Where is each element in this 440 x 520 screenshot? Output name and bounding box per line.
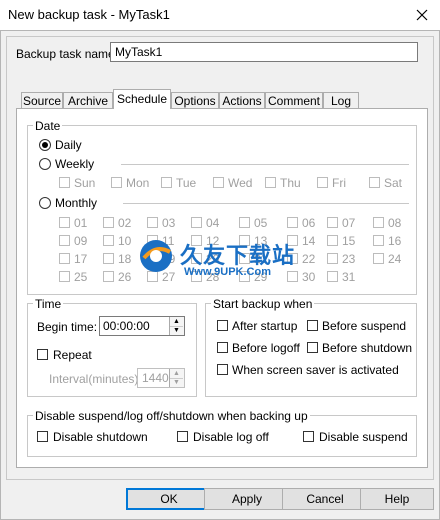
day-label: 07 (342, 216, 356, 230)
title-bar: New backup task - MyTask1 (0, 0, 440, 30)
day-checkbox[interactable] (373, 235, 384, 246)
repeat-checkbox[interactable] (37, 349, 48, 360)
disable-group-title: Disable suspend/log off/shutdown when ba… (33, 409, 310, 423)
day-checkbox[interactable] (103, 217, 114, 228)
disable-suspend-checkbox[interactable] (303, 431, 314, 442)
day-label: 18 (118, 252, 132, 266)
interval-input[interactable]: 1440 ▲ ▼ (137, 368, 185, 388)
day-label: 01 (74, 216, 88, 230)
interval-spinner[interactable]: ▲ ▼ (169, 369, 184, 387)
day-label: 16 (388, 234, 402, 248)
day-checkbox[interactable] (239, 217, 250, 228)
day-label: 31 (342, 270, 356, 284)
tab-source[interactable]: Source (21, 92, 63, 108)
day-label: 25 (74, 270, 88, 284)
apply-button[interactable]: Apply (204, 488, 290, 510)
watermark-url: Www.9UPK.Com (184, 266, 271, 278)
task-name-label: Backup task name: (16, 47, 119, 61)
spin-down-icon[interactable]: ▼ (170, 378, 183, 387)
spin-down-icon[interactable]: ▼ (170, 326, 183, 335)
before-suspend-label: Before suspend (322, 319, 407, 333)
day-checkbox[interactable] (287, 217, 298, 228)
cancel-button[interactable]: Cancel (282, 488, 368, 510)
screensaver-checkbox[interactable] (217, 364, 228, 375)
day-label: 06 (302, 216, 316, 230)
begin-time-label: Begin time: (37, 320, 98, 334)
before-suspend-checkbox[interactable] (307, 320, 318, 331)
help-button[interactable]: Help (360, 488, 434, 510)
day-checkbox[interactable] (373, 217, 384, 228)
day-label: 02 (118, 216, 132, 230)
after-startup-label: After startup (232, 319, 298, 333)
day-label: 09 (74, 234, 88, 248)
tab-schedule[interactable]: Schedule (113, 89, 171, 109)
tab-actions[interactable]: Actions (219, 92, 265, 108)
tab-archive[interactable]: Archive (63, 92, 113, 108)
day-checkbox[interactable] (103, 271, 114, 282)
day-label: 08 (388, 216, 402, 230)
day-checkbox[interactable] (373, 253, 384, 264)
disable-logoff-checkbox[interactable] (177, 431, 188, 442)
day-checkbox[interactable] (147, 217, 158, 228)
disable-logoff-label: Disable log off (193, 430, 269, 444)
day-label: 24 (388, 252, 402, 266)
tab-options[interactable]: Options (171, 92, 219, 108)
after-startup-checkbox[interactable] (217, 320, 228, 331)
tab-comment[interactable]: Comment (265, 92, 323, 108)
ok-button[interactable]: OK (126, 488, 212, 510)
schedule-tab-panel: Date Daily Weekly Sun Mon Tue Wed Thu Fr… (16, 108, 428, 468)
time-group-title: Time (33, 297, 64, 311)
day-checkbox[interactable] (191, 217, 202, 228)
disable-suspend-label: Disable suspend (319, 430, 408, 444)
window-title: New backup task - MyTask1 (8, 7, 170, 22)
task-name-input[interactable]: MyTask1 (110, 42, 418, 62)
day-checkbox[interactable] (103, 235, 114, 246)
day-label: 10 (118, 234, 132, 248)
day-label: 26 (118, 270, 132, 284)
start-backup-group-title: Start backup when (211, 297, 315, 311)
before-shutdown-checkbox[interactable] (307, 342, 318, 353)
day-label: 04 (206, 216, 220, 230)
before-logoff-checkbox[interactable] (217, 342, 228, 353)
before-logoff-label: Before logoff (232, 341, 300, 355)
close-icon[interactable] (412, 5, 432, 25)
day-checkbox[interactable] (327, 217, 338, 228)
day-checkbox[interactable] (59, 271, 70, 282)
day-label: 03 (162, 216, 176, 230)
interval-label: Interval(minutes): (49, 372, 142, 386)
before-shutdown-label: Before shutdown (322, 341, 413, 355)
day-checkbox[interactable] (103, 253, 114, 264)
day-label: 17 (74, 252, 88, 266)
day-checkbox[interactable] (59, 217, 70, 228)
watermark-logo: 久友下载站 Www.9UPK.Com (136, 236, 336, 280)
disable-shutdown-checkbox[interactable] (37, 431, 48, 442)
day-label: 15 (342, 234, 356, 248)
begin-time-spinner[interactable]: ▲ ▼ (169, 317, 184, 335)
repeat-label: Repeat (53, 348, 92, 362)
screensaver-label: When screen saver is activated (232, 363, 399, 377)
day-checkbox[interactable] (59, 253, 70, 264)
day-checkbox[interactable] (59, 235, 70, 246)
watermark-globe-icon (140, 240, 172, 272)
tab-log[interactable]: Log (323, 92, 359, 108)
begin-time-input[interactable]: 00:00:00 ▲ ▼ (99, 316, 185, 336)
day-label: 23 (342, 252, 356, 266)
day-label: 05 (254, 216, 268, 230)
disable-shutdown-label: Disable shutdown (53, 430, 148, 444)
